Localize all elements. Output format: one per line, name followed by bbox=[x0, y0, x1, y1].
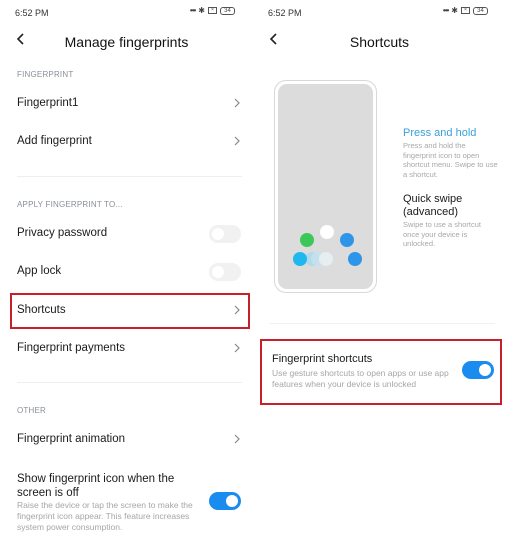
app-lock-label: App lock bbox=[17, 265, 62, 277]
phone-screen bbox=[278, 84, 373, 289]
no-sim-icon: × bbox=[461, 7, 470, 14]
press-hold-description: Press and hold the fingerprint icon to o… bbox=[403, 141, 498, 179]
chevron-right-icon bbox=[234, 434, 240, 444]
bluetooth-icon: ✱ bbox=[451, 6, 458, 15]
chevron-right-icon bbox=[234, 305, 240, 315]
section-fingerprint: FINGERPRINT bbox=[17, 70, 74, 79]
chevron-right-icon bbox=[234, 98, 240, 108]
battery-icon: 34 bbox=[473, 6, 488, 15]
fingerprint1-item[interactable]: Fingerprint1 bbox=[10, 86, 250, 122]
page-title: Shortcuts bbox=[349, 34, 410, 50]
fingerprint-shortcuts-title: Fingerprint shortcuts bbox=[272, 353, 373, 365]
fingerprint1-label: Fingerprint1 bbox=[17, 97, 79, 109]
status-time: 6:52 PM bbox=[268, 8, 302, 18]
shortcut-dot-green bbox=[300, 233, 314, 247]
phone-illustration bbox=[274, 80, 377, 293]
app-header: Manage fingerprints bbox=[0, 28, 253, 58]
fingerprint-payments-label: Fingerprint payments bbox=[17, 342, 126, 354]
toggle-knob bbox=[212, 228, 224, 240]
divider bbox=[270, 323, 495, 324]
chevron-right-icon bbox=[234, 343, 240, 353]
status-icons: ••• ✱ × 34 bbox=[443, 6, 488, 15]
shortcut-dot-blue bbox=[340, 233, 354, 247]
status-bar: 6:52 PM ••• ✱ × 34 bbox=[253, 0, 506, 24]
shortcut-dot-cyan bbox=[293, 252, 307, 266]
battery-icon: 34 bbox=[220, 6, 235, 15]
shortcuts-screen: 6:52 PM ••• ✱ × 34 Shortcuts Press and h… bbox=[253, 0, 506, 560]
fingerprint-animation-label: Fingerprint animation bbox=[17, 433, 126, 445]
fingerprint-animation-item[interactable]: Fingerprint animation bbox=[10, 422, 250, 458]
signal-dots-icon: ••• bbox=[189, 6, 196, 15]
add-fingerprint-item[interactable]: Add fingerprint bbox=[10, 124, 250, 160]
shortcuts-label: Shortcuts bbox=[17, 304, 66, 316]
status-bar: 6:52 PM ••• ✱ × 34 bbox=[0, 0, 253, 24]
section-apply-fingerprint: APPLY FINGERPRINT TO... bbox=[17, 200, 123, 209]
show-icon-title: Show fingerprint icon when the screen is… bbox=[17, 473, 175, 499]
divider bbox=[17, 382, 242, 383]
divider bbox=[17, 176, 242, 177]
status-time: 6:52 PM bbox=[15, 8, 49, 18]
fingerprint-shortcuts-item[interactable]: Fingerprint shortcuts Use gesture shortc… bbox=[260, 339, 502, 405]
show-icon-description: Raise the device or tap the screen to ma… bbox=[17, 500, 193, 532]
privacy-password-toggle[interactable] bbox=[209, 225, 241, 243]
quick-swipe-title: Quick swipe (advanced) bbox=[403, 193, 463, 218]
manage-fingerprints-screen: 6:52 PM ••• ✱ × 34 Manage fingerprints F… bbox=[0, 0, 253, 560]
fingerprint-shortcuts-toggle[interactable] bbox=[462, 361, 494, 379]
toggle-knob bbox=[212, 266, 224, 278]
page-title: Manage fingerprints bbox=[64, 34, 189, 50]
bluetooth-icon: ✱ bbox=[198, 6, 205, 15]
quick-swipe-description: Swipe to use a shortcut once your device… bbox=[403, 220, 481, 248]
privacy-password-label: Privacy password bbox=[17, 227, 108, 239]
swipe-trail-dot bbox=[319, 252, 333, 266]
app-lock-toggle[interactable] bbox=[209, 263, 241, 281]
signal-dots-icon: ••• bbox=[442, 6, 449, 15]
shortcut-dot-blue bbox=[348, 252, 362, 266]
press-hold-title: Press and hold bbox=[403, 127, 477, 139]
status-icons: ••• ✱ × 34 bbox=[190, 6, 235, 15]
shortcuts-item[interactable]: Shortcuts bbox=[10, 293, 250, 329]
show-icon-toggle[interactable] bbox=[209, 492, 241, 510]
chevron-right-icon bbox=[234, 136, 240, 146]
shortcut-dot-white bbox=[320, 225, 334, 239]
app-header: Shortcuts bbox=[253, 28, 506, 58]
fingerprint-payments-item[interactable]: Fingerprint payments bbox=[10, 331, 250, 367]
toggle-knob bbox=[479, 364, 491, 376]
no-sim-icon: × bbox=[208, 7, 217, 14]
add-fingerprint-label: Add fingerprint bbox=[17, 135, 92, 147]
fingerprint-shortcuts-description: Use gesture shortcuts to open apps or us… bbox=[272, 368, 449, 389]
section-other: OTHER bbox=[17, 406, 46, 415]
toggle-knob bbox=[226, 495, 238, 507]
